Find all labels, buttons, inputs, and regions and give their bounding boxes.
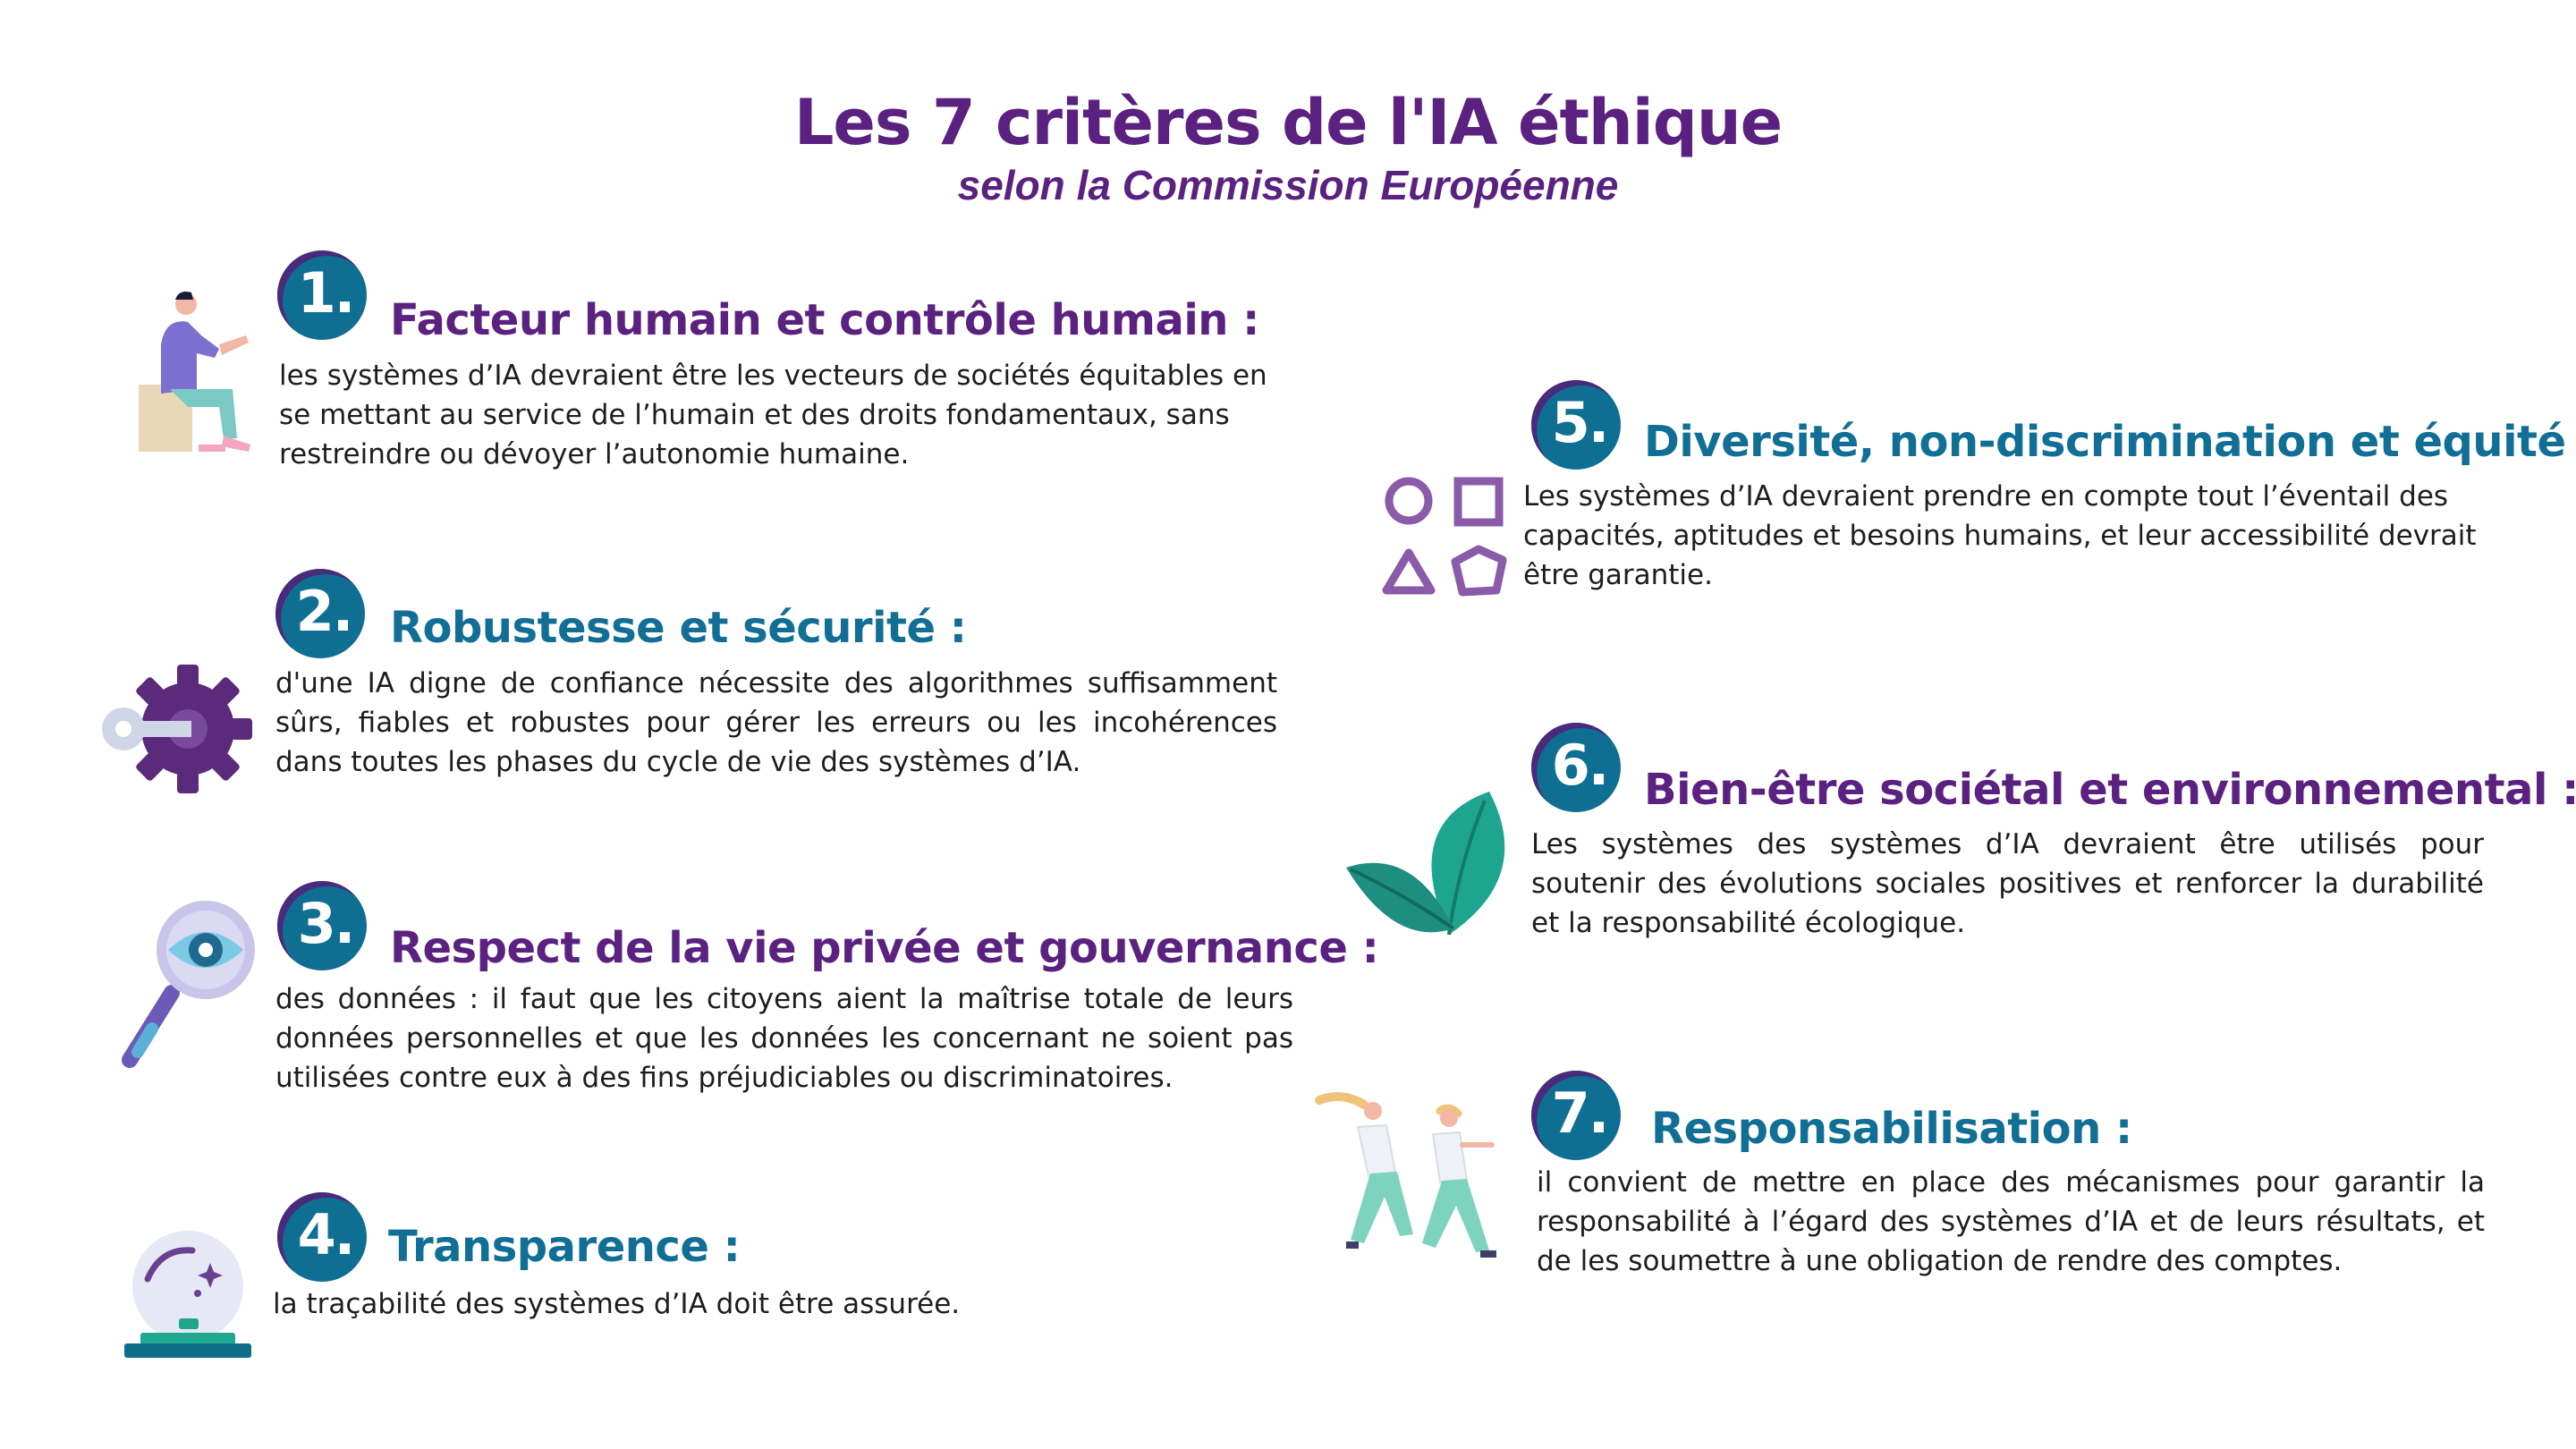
page-title: Les 7 critères de l'IA éthique	[793, 86, 1783, 159]
criterion-5-text: Les systèmes d’IA devraient prendre en c…	[1523, 480, 2477, 591]
criterion-1-title: Facteur humain et contrôle humain :	[390, 295, 1259, 345]
criterion-3-title: Respect de la vie privée et gouvernance …	[390, 923, 1379, 973]
runners-icon	[1315, 1092, 1496, 1258]
criterion-2-text: d'une IA digne de confiance nécessite de…	[275, 667, 1277, 778]
shapes-icon	[1382, 477, 1507, 597]
criterion-6-text: Les systèmes des systèmes d’IA devraient…	[1531, 828, 2484, 939]
gear-key-icon	[102, 665, 252, 793]
criterion-1-badge: 1.	[277, 250, 367, 340]
criterion-1-text: les systèmes d’IA devraient être les vec…	[279, 360, 1267, 470]
page-subtitle: selon la Commission Européenne	[957, 162, 1619, 208]
criterion-4-badge: 4.	[277, 1192, 367, 1282]
criterion-3-text: des données : il faut que les citoyens a…	[275, 983, 1293, 1094]
criterion-7-text: il convient de mettre en place des mécan…	[1537, 1166, 2485, 1277]
criterion-2-badge: 2.	[275, 569, 365, 658]
criterion-5-badge: 5.	[1531, 380, 1621, 470]
magnifier-eye-icon	[122, 901, 255, 1068]
leaves-icon	[1346, 792, 1505, 936]
criterion-5-title: Diversité, non-discrimination et équité …	[1644, 417, 2576, 467]
criterion-6-badge: 6.	[1531, 723, 1621, 812]
criterion-2-title: Robustesse et sécurité :	[390, 603, 967, 653]
crystal-ball-icon	[124, 1231, 251, 1358]
criterion-4-title: Transparence :	[388, 1222, 741, 1272]
criterion-3-badge: 3.	[277, 881, 367, 970]
criterion-6-title: Bien-être sociétal et environnemental :	[1644, 765, 2576, 815]
criterion-4-text: la traçabilité des systèmes d’IA doit êt…	[273, 1288, 961, 1320]
criterion-7-title: Responsabilisation :	[1651, 1104, 2132, 1154]
criterion-7-badge: 7.	[1531, 1071, 1621, 1160]
person-sitting-icon	[139, 292, 250, 452]
